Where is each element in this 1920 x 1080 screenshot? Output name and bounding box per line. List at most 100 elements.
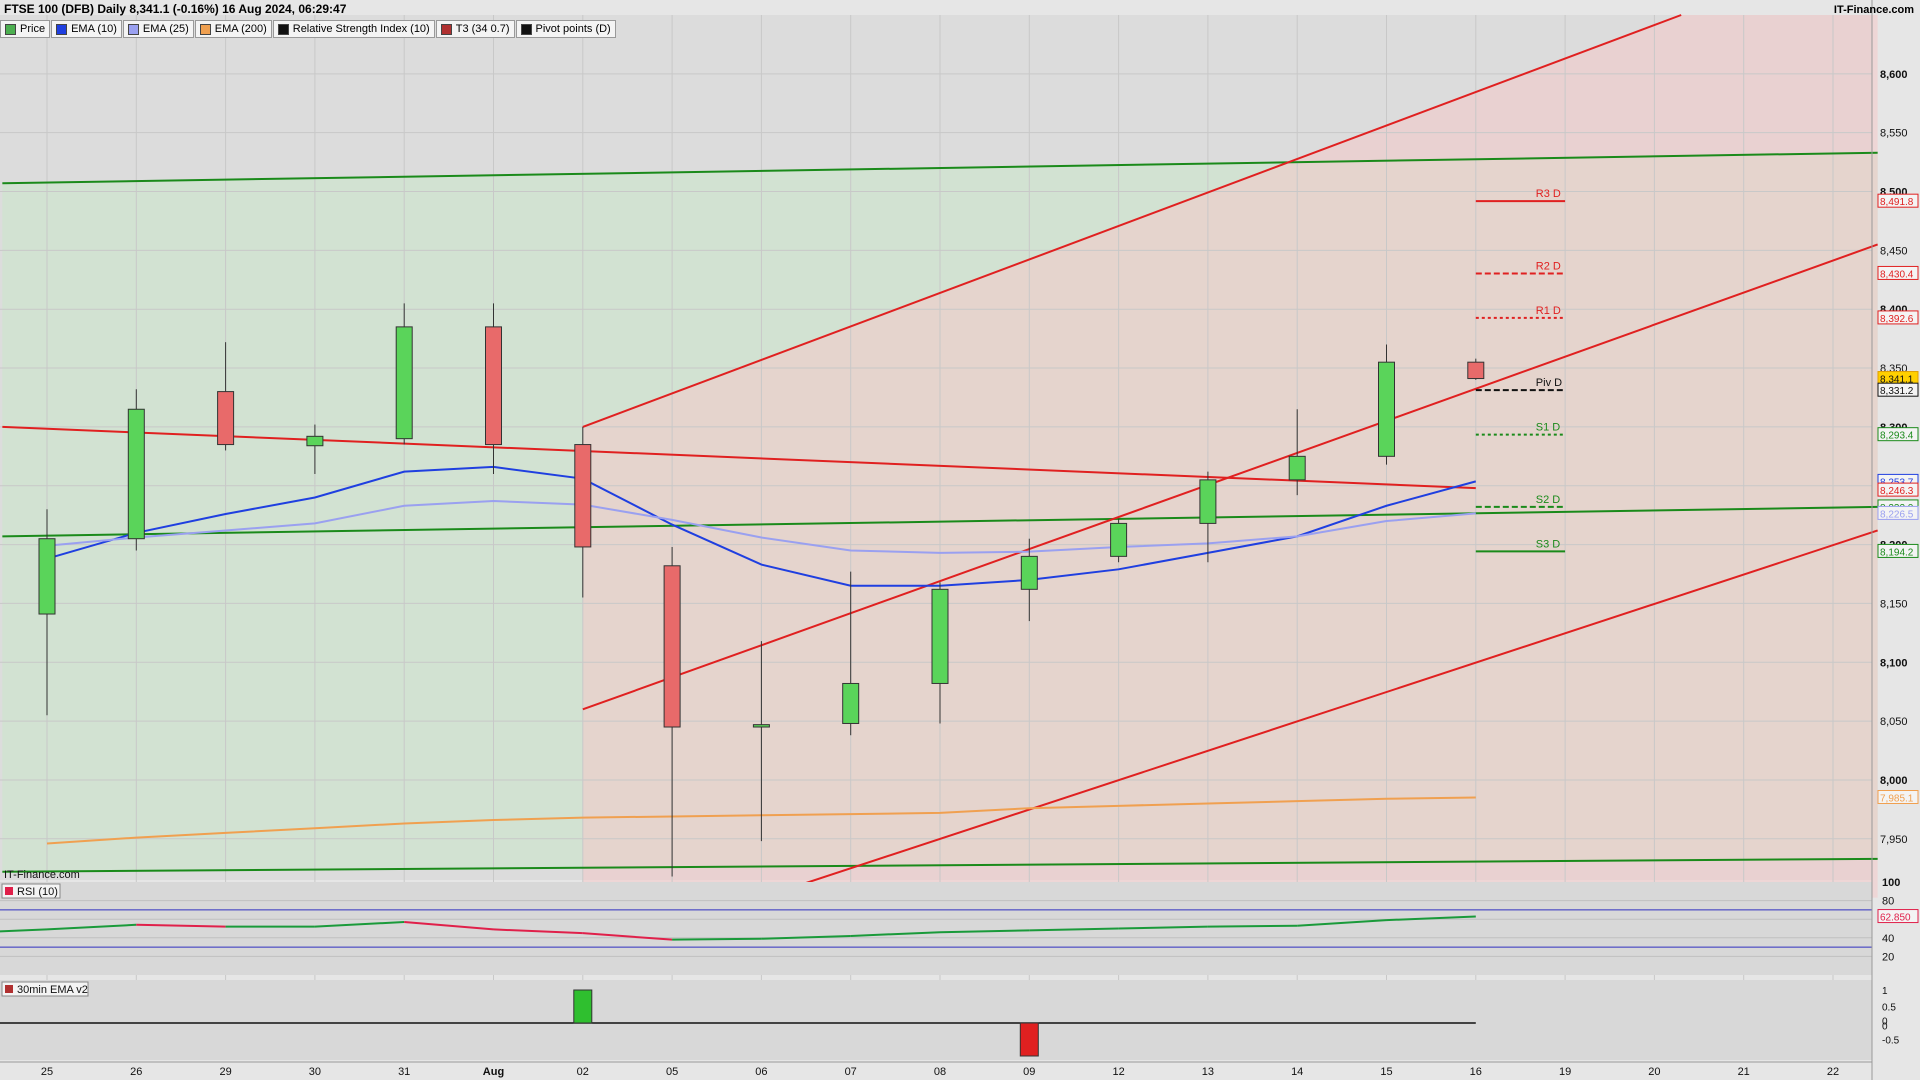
y-tick-label: 8,150 [1880, 598, 1908, 610]
chart-window: 7,9508,0008,0508,1008,1508,2008,2508,300… [0, 0, 1920, 1080]
price-axis-label: 8,293.4 [1880, 431, 1914, 442]
x-tick-label: 13 [1202, 1066, 1214, 1078]
ema-tick-label: 0.5 [1882, 1003, 1896, 1014]
legend-label: T3 (34 0.7) [455, 23, 510, 35]
x-tick-label: 16 [1470, 1066, 1482, 1078]
candle-body [306, 435, 324, 447]
pivot-label: S3 D [1536, 538, 1561, 550]
ema25-swatch-icon [127, 23, 139, 35]
x-tick-label: 07 [845, 1066, 857, 1078]
candle-body [1110, 522, 1128, 557]
ema-label-icon [5, 985, 13, 993]
legend-item-rsi[interactable]: Relative Strength Index (10) [272, 20, 435, 38]
ema-tick-label: -0.5 [1882, 1036, 1900, 1047]
legend-item-ema10[interactable]: EMA (10) [51, 20, 122, 38]
t3-swatch-icon [440, 23, 452, 35]
ema30-bar [1019, 1022, 1039, 1057]
rsi-segment [1207, 924, 1298, 928]
candle-body [1020, 555, 1038, 590]
rsi-tick-label: 20 [1882, 951, 1894, 963]
x-tick-label: 15 [1380, 1066, 1392, 1078]
ema200-swatch-icon [199, 23, 211, 35]
y-tick-label: 8,050 [1880, 716, 1908, 728]
rsi-tick-label: 40 [1882, 933, 1894, 945]
legend-item-price[interactable]: Price [0, 20, 51, 38]
ema-pane-background [0, 980, 1872, 1060]
candle-body [1199, 479, 1217, 524]
x-tick-label: 19 [1559, 1066, 1571, 1078]
candle-body [842, 682, 860, 724]
x-tick-label: 26 [130, 1066, 142, 1078]
legend-label: Pivot points (D) [535, 23, 611, 35]
x-tick-label: 21 [1738, 1066, 1750, 1078]
legend-label: EMA (200) [214, 23, 267, 35]
x-tick-label: 02 [577, 1066, 589, 1078]
y-tick-label: 8,600 [1880, 69, 1908, 81]
pivot-label: R3 D [1536, 188, 1561, 200]
candle-body [1288, 455, 1306, 481]
x-tick-label: 22 [1827, 1066, 1839, 1078]
pivot-label: R2 D [1536, 260, 1561, 272]
price-axis-label: 8,226.5 [1880, 509, 1914, 520]
legend-bar: Price EMA (10) EMA (25) EMA (200) Relati… [0, 20, 617, 38]
rsi-panel-label: RSI (10) [17, 886, 58, 898]
x-tick-label: 25 [41, 1066, 53, 1078]
price-axis-label: 8,430.4 [1880, 269, 1914, 280]
x-tick-label: 09 [1023, 1066, 1035, 1078]
rsi-pane-background [0, 882, 1872, 975]
rsi-value-label: 62.850 [1880, 913, 1911, 924]
candle-body [931, 588, 949, 684]
legend-label: EMA (10) [71, 23, 117, 35]
candle-body [1378, 361, 1395, 457]
rsi-tick-label: 80 [1882, 896, 1894, 908]
price-chart[interactable]: 7,9508,0008,0508,1008,1508,2008,2508,300… [0, 0, 1920, 1080]
y-tick-label: 8,100 [1880, 657, 1908, 669]
y-tick-label: 8,450 [1880, 245, 1908, 257]
x-tick-label: 29 [219, 1066, 231, 1078]
y-tick-label: 8,550 [1880, 128, 1908, 140]
ema-tick-label: 0 [1882, 1022, 1888, 1033]
ema-panel-label: 30min EMA v2 [17, 984, 88, 996]
x-tick-label: Aug [483, 1066, 504, 1078]
legend-item-ema200[interactable]: EMA (200) [194, 20, 272, 38]
x-tick-label: 05 [666, 1066, 678, 1078]
candle-body [574, 444, 592, 548]
brand-label[interactable]: IT-Finance.com [1834, 4, 1914, 16]
x-tick-label: 20 [1648, 1066, 1660, 1078]
candle-body [217, 391, 235, 446]
candle-body [752, 724, 770, 728]
y-tick-label: 8,000 [1880, 775, 1908, 787]
rsi-label-icon [5, 887, 13, 895]
x-tick-label: 12 [1112, 1066, 1124, 1078]
legend-label: Relative Strength Index (10) [292, 23, 430, 35]
x-tick-label: 14 [1291, 1066, 1303, 1078]
rsi-swatch-icon [277, 23, 289, 35]
price-axis-label: 8,246.3 [1880, 486, 1914, 497]
rsi-segment [672, 937, 762, 941]
candle-body [127, 408, 145, 540]
price-swatch-icon [5, 23, 16, 35]
price-axis-label: 8,491.8 [1880, 197, 1914, 208]
legend-label: EMA (25) [142, 23, 189, 35]
ema-tick-label: 1 [1882, 986, 1888, 997]
watermark-text: IT-Finance.com [4, 869, 80, 881]
pivot-label: S1 D [1536, 422, 1561, 434]
candle-body [1467, 361, 1485, 380]
ema30-bar [573, 989, 593, 1024]
pivot-label: R1 D [1536, 305, 1561, 317]
price-axis-label: 8,331.2 [1880, 386, 1914, 397]
legend-item-ema25[interactable]: EMA (25) [122, 20, 194, 38]
price-axis-label: 8,194.2 [1880, 547, 1914, 558]
candle-body [485, 326, 502, 446]
x-tick-label: 31 [398, 1066, 410, 1078]
rsi-tick-label: 100 [1882, 877, 1900, 889]
candle-body [663, 565, 681, 728]
legend-item-pivots[interactable]: Pivot points (D) [515, 20, 616, 38]
price-axis-label: 7,985.1 [1880, 794, 1914, 805]
x-tick-label: 08 [934, 1066, 946, 1078]
ema10-swatch-icon [56, 23, 68, 35]
pivot-label: S2 D [1536, 494, 1561, 506]
legend-item-t3[interactable]: T3 (34 0.7) [435, 20, 515, 38]
legend-label: Price [20, 23, 46, 35]
candle-body [395, 326, 413, 440]
